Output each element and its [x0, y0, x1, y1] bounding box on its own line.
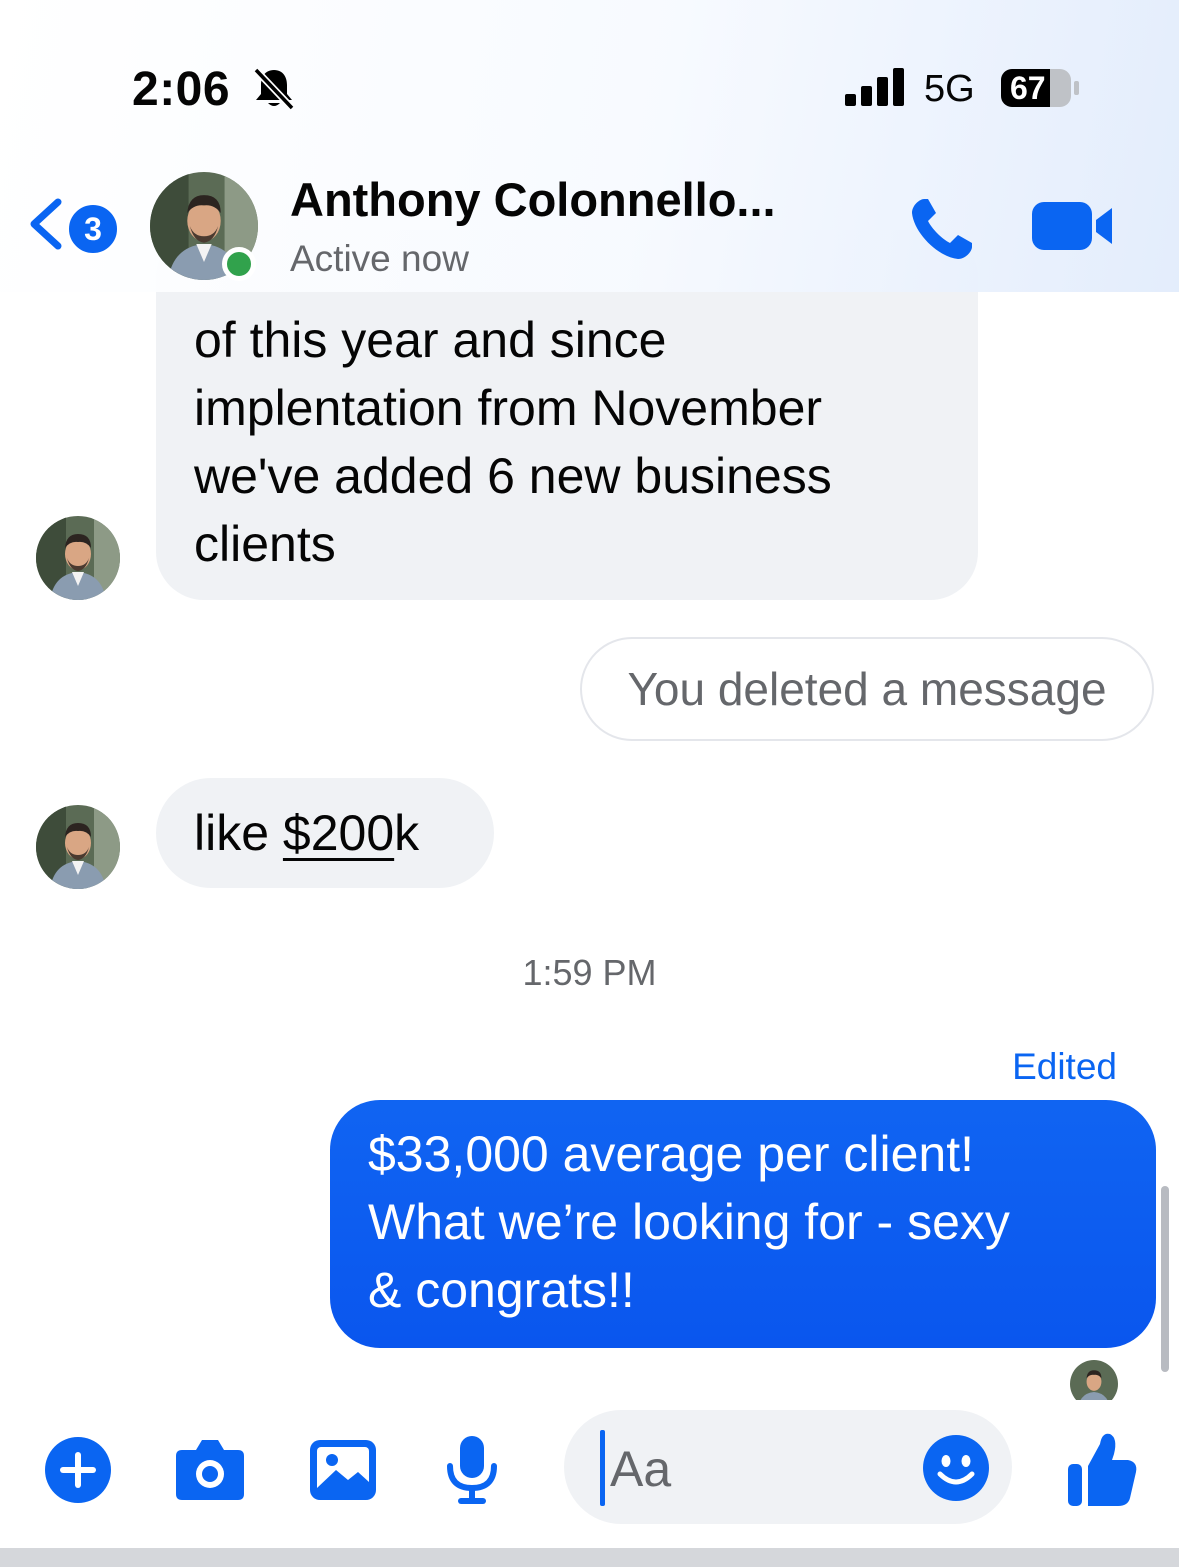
online-indicator: [222, 247, 256, 281]
text-caret: [600, 1430, 605, 1506]
network-type: 5G: [924, 68, 975, 110]
status-time: 2:06: [132, 63, 231, 116]
plus-icon[interactable]: [44, 1436, 112, 1504]
camera-icon[interactable]: [174, 1436, 246, 1502]
contact-status: Active now: [290, 238, 469, 279]
signal-icon: [845, 68, 904, 106]
message-line: implentation from November: [194, 380, 823, 436]
incoming-message-bubble[interactable]: like $200 k: [156, 778, 494, 888]
microphone-icon[interactable]: [442, 1434, 502, 1506]
bell-off-icon: [253, 67, 295, 110]
phone-icon[interactable]: [906, 193, 978, 265]
message-line: What we’re looking for - sexy: [368, 1194, 1010, 1250]
gallery-icon[interactable]: [308, 1438, 378, 1502]
message-line: $33,000 average per client!: [368, 1126, 974, 1182]
message-text: like: [194, 805, 283, 861]
message-composer: Aa: [0, 1400, 1179, 1567]
message-input-placeholder: Aa: [610, 1441, 672, 1497]
sender-avatar[interactable]: [36, 516, 120, 600]
conversation-header: 2:06 5G 67 3 Anthony Colonnello... Activ…: [0, 0, 1179, 292]
unread-badge[interactable]: 3: [66, 202, 120, 256]
message-timestamp: 1:59 PM: [522, 952, 657, 993]
amount-link[interactable]: $200: [283, 799, 394, 867]
contact-name[interactable]: Anthony Colonnello...: [290, 172, 776, 227]
thumbs-up-icon[interactable]: [1066, 1430, 1138, 1508]
battery-level: 67: [1010, 70, 1046, 106]
back-chevron-icon[interactable]: [26, 196, 66, 252]
edited-label[interactable]: Edited: [1012, 1046, 1117, 1088]
message-input[interactable]: Aa: [564, 1410, 1012, 1524]
bottom-strip: [0, 1548, 1179, 1567]
message-line: we've added 6 new business: [194, 448, 832, 504]
video-camera-icon[interactable]: [1030, 198, 1116, 254]
message-line: of this year and since: [194, 312, 667, 368]
outgoing-message-bubble[interactable]: $33,000 average per client! What we’re l…: [330, 1100, 1156, 1348]
message-text: k: [394, 805, 420, 861]
message-line: & congrats!!: [368, 1262, 635, 1318]
message-line: clients: [194, 516, 336, 572]
emoji-icon[interactable]: [922, 1434, 990, 1502]
deleted-message-notice: You deleted a message: [580, 637, 1154, 741]
sender-avatar[interactable]: [36, 805, 120, 889]
scrollbar[interactable]: [1161, 1186, 1169, 1372]
battery-icon: 67: [1000, 68, 1080, 108]
seen-receipt-avatar: [1070, 1360, 1118, 1400]
